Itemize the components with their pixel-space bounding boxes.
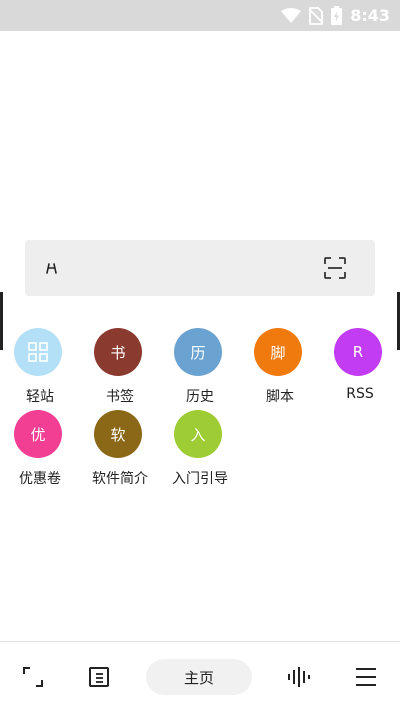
light-site-circle	[14, 328, 62, 376]
status-icons: 8:43	[281, 0, 390, 31]
back-button[interactable]	[13, 642, 53, 711]
guide-circle: 入	[174, 410, 222, 458]
home-button[interactable]: 主页	[146, 659, 252, 695]
shortcut-light-site[interactable]: 轻站	[0, 328, 80, 408]
shortcut-label: 软件简介	[92, 471, 148, 487]
battery-charging-icon	[331, 6, 343, 25]
shortcut-history[interactable]: 历 历史	[160, 328, 240, 408]
no-sim-icon	[309, 6, 324, 25]
scripts-circle: 脚	[254, 328, 302, 376]
rss-circle: R	[334, 328, 382, 376]
history-circle: 历	[174, 328, 222, 376]
search-bar[interactable]	[25, 240, 375, 296]
about-circle: 软	[94, 410, 142, 458]
tabs-button[interactable]	[79, 642, 119, 711]
shortcut-rss[interactable]: R RSS	[320, 328, 400, 408]
voice-wave-icon	[288, 667, 310, 687]
voice-button[interactable]	[278, 642, 318, 711]
scan-icon[interactable]	[323, 256, 347, 280]
shortcut-label: 优惠卷	[19, 471, 61, 487]
wifi-icon	[281, 7, 302, 23]
corner-arrow-icon	[23, 667, 43, 687]
shortcut-coupons[interactable]: 优 优惠卷	[0, 410, 80, 490]
shortcut-label: 脚本	[266, 389, 294, 405]
grid-apps-icon	[28, 342, 48, 362]
bottom-toolbar: 主页	[0, 641, 400, 711]
status-bar: 8:43	[0, 0, 400, 31]
shortcut-label: 书签	[106, 389, 134, 405]
bookmarks-circle: 书	[94, 328, 142, 376]
page-list-icon	[89, 667, 109, 687]
shortcut-label: RSS	[346, 386, 374, 402]
coupons-circle: 优	[14, 410, 62, 458]
shortcut-label: 历史	[186, 389, 214, 405]
shortcut-label: 入门引导	[172, 471, 228, 487]
shortcut-label: 轻站	[26, 389, 54, 405]
hamburger-menu-icon	[356, 668, 376, 686]
shortcut-bookmarks[interactable]: 书 书签	[80, 328, 160, 408]
menu-button[interactable]	[346, 642, 386, 711]
shortcut-about[interactable]: 软 软件简介	[80, 410, 160, 490]
status-time: 8:43	[350, 6, 390, 25]
shortcut-scripts[interactable]: 脚 脚本	[240, 328, 320, 408]
browser-logo-icon	[45, 257, 63, 279]
shortcut-guide[interactable]: 入 入门引导	[160, 410, 240, 490]
